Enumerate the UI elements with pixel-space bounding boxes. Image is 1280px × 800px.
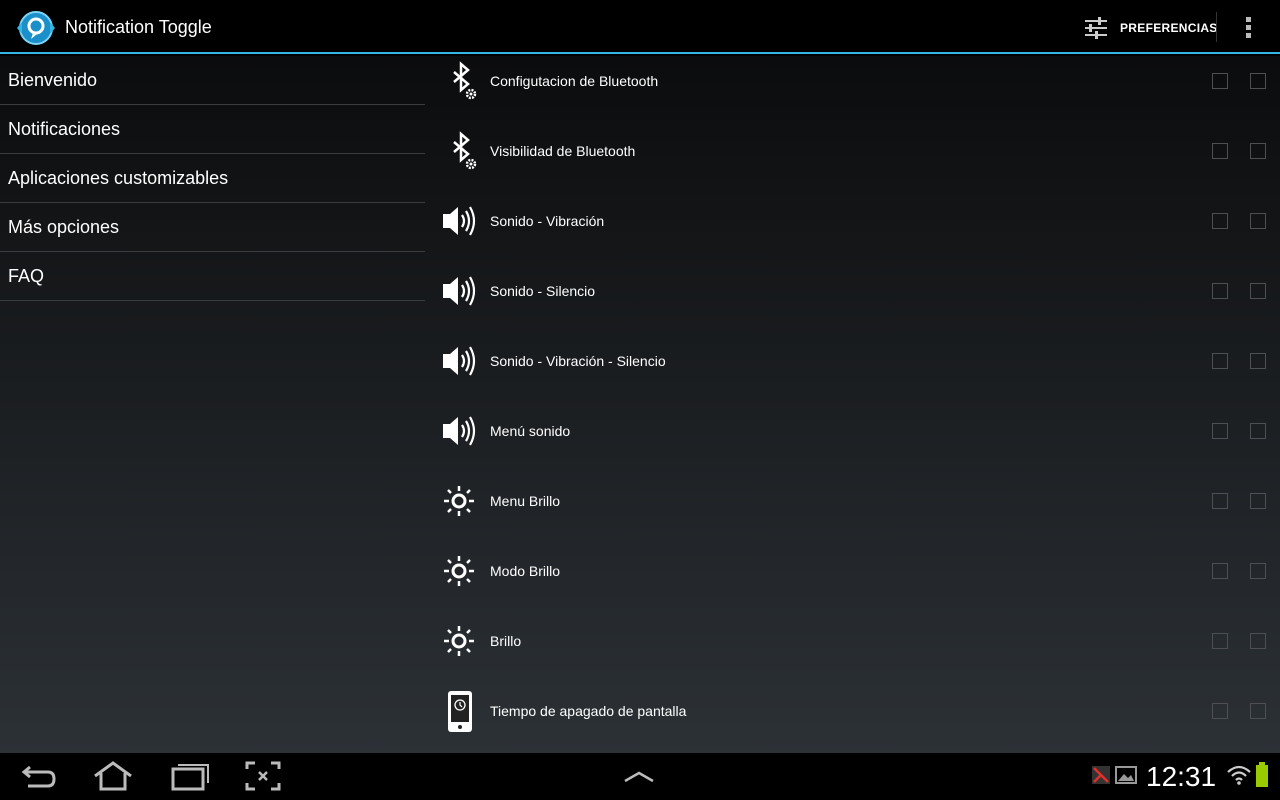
app-logo-icon[interactable] — [13, 7, 59, 49]
list-item[interactable]: Sonido - Vibración - Silencio — [432, 336, 1280, 406]
speaker-icon — [443, 206, 476, 236]
actionbar-divider — [1216, 12, 1217, 42]
list-item[interactable]: Tiempo de apagado de pantalla — [432, 686, 1280, 756]
sidebar-item-label: Más opciones — [8, 217, 120, 237]
list-item[interactable]: Sonido - Silencio — [432, 266, 1280, 336]
phone-timeout-icon — [448, 691, 472, 732]
action-bar: Notification Toggle PREFERENCIAS — [0, 0, 1280, 54]
screenshot-icon[interactable] — [237, 759, 289, 793]
home-icon[interactable] — [87, 759, 139, 793]
speaker-icon — [443, 276, 476, 306]
sidebar-item-label: Bienvenido — [8, 70, 98, 90]
speaker-icon — [443, 346, 476, 376]
checkbox[interactable] — [1212, 283, 1228, 299]
list-item-label: Sonido - Silencio — [490, 283, 596, 299]
checkbox[interactable] — [1250, 283, 1266, 299]
overflow-menu-icon[interactable] — [1230, 6, 1266, 50]
notification-icon[interactable] — [1091, 765, 1111, 785]
bluetooth-settings-icon — [453, 131, 477, 170]
brightness-icon — [444, 626, 474, 656]
sidebar-item-mas-opciones[interactable]: Más opciones — [0, 203, 425, 252]
list-item[interactable]: Sonido - Vibración — [432, 196, 1280, 266]
checkbox[interactable] — [1212, 423, 1228, 439]
battery-icon[interactable] — [1254, 762, 1270, 788]
checkbox[interactable] — [1250, 563, 1266, 579]
status-clock[interactable]: 12:31 — [1146, 761, 1216, 793]
preferences-label: PREFERENCIAS — [1120, 21, 1218, 35]
back-icon[interactable] — [14, 759, 66, 793]
checkbox[interactable] — [1212, 703, 1228, 719]
speaker-icon — [443, 416, 476, 446]
list-item-label: Tiempo de apagado de pantalla — [490, 703, 687, 719]
checkbox[interactable] — [1250, 73, 1266, 89]
sliders-icon — [1085, 17, 1107, 39]
list-item-label: Brillo — [490, 633, 522, 649]
sidebar-item-label: Aplicaciones customizables — [8, 168, 229, 188]
checkbox[interactable] — [1250, 143, 1266, 159]
list-item-label: Visibilidad de Bluetooth — [490, 143, 636, 159]
list-item-label: Sonido - Vibración - Silencio — [490, 353, 666, 369]
image-icon[interactable] — [1115, 765, 1137, 785]
checkbox[interactable] — [1250, 633, 1266, 649]
checkbox[interactable] — [1212, 73, 1228, 89]
sidebar-item-aplicaciones-customizables[interactable]: Aplicaciones customizables — [0, 154, 425, 203]
list-item-label: Menú sonido — [490, 423, 571, 439]
bluetooth-settings-icon — [453, 61, 477, 100]
list-item[interactable]: Modo Brillo — [432, 546, 1280, 616]
list-item[interactable]: Visibilidad de Bluetooth — [432, 126, 1280, 196]
checkbox[interactable] — [1250, 703, 1266, 719]
app-title: Notification Toggle — [65, 17, 212, 37]
list-item[interactable]: Brillo — [432, 616, 1280, 686]
sidebar-item-faq[interactable]: FAQ — [0, 252, 425, 301]
checkbox[interactable] — [1250, 353, 1266, 369]
brightness-icon — [444, 556, 474, 586]
sidebar-item-notificaciones[interactable]: Notificaciones — [0, 105, 425, 154]
checkbox[interactable] — [1250, 493, 1266, 509]
sidebar-item-label: FAQ — [8, 266, 45, 286]
system-bar: 12:31 — [0, 753, 1280, 800]
list-item-label: Configutacion de Bluetooth — [490, 73, 659, 89]
list-item[interactable]: Menú sonido — [432, 406, 1280, 476]
preferences-button[interactable]: PREFERENCIAS — [1076, 6, 1218, 50]
list-item-label: Modo Brillo — [490, 563, 561, 579]
checkbox[interactable] — [1212, 633, 1228, 649]
checkbox[interactable] — [1250, 423, 1266, 439]
checkbox[interactable] — [1212, 563, 1228, 579]
checkbox[interactable] — [1250, 213, 1266, 229]
checkbox[interactable] — [1212, 353, 1228, 369]
checkbox[interactable] — [1212, 143, 1228, 159]
list-item-label: Sonido - Vibración — [490, 213, 605, 229]
recent-apps-icon[interactable] — [162, 759, 214, 793]
list-item[interactable]: Configutacion de Bluetooth — [432, 56, 1280, 126]
sidebar-item-label: Notificaciones — [8, 119, 121, 139]
checkbox[interactable] — [1212, 213, 1228, 229]
content-area: Bienvenido Notificaciones Aplicaciones c… — [0, 56, 1280, 753]
sidebar-nav: Bienvenido Notificaciones Aplicaciones c… — [0, 56, 425, 301]
list-item[interactable]: Menu Brillo — [432, 476, 1280, 546]
wifi-icon[interactable] — [1226, 762, 1252, 788]
list-item-label: Menu Brillo — [490, 493, 561, 509]
sidebar-item-bienvenido[interactable]: Bienvenido — [0, 56, 425, 105]
toggle-list: Configutacion de Bluetooth Visibilidad d… — [432, 56, 1280, 756]
chevron-up-icon[interactable] — [613, 759, 665, 793]
checkbox[interactable] — [1212, 493, 1228, 509]
brightness-icon — [444, 486, 474, 516]
